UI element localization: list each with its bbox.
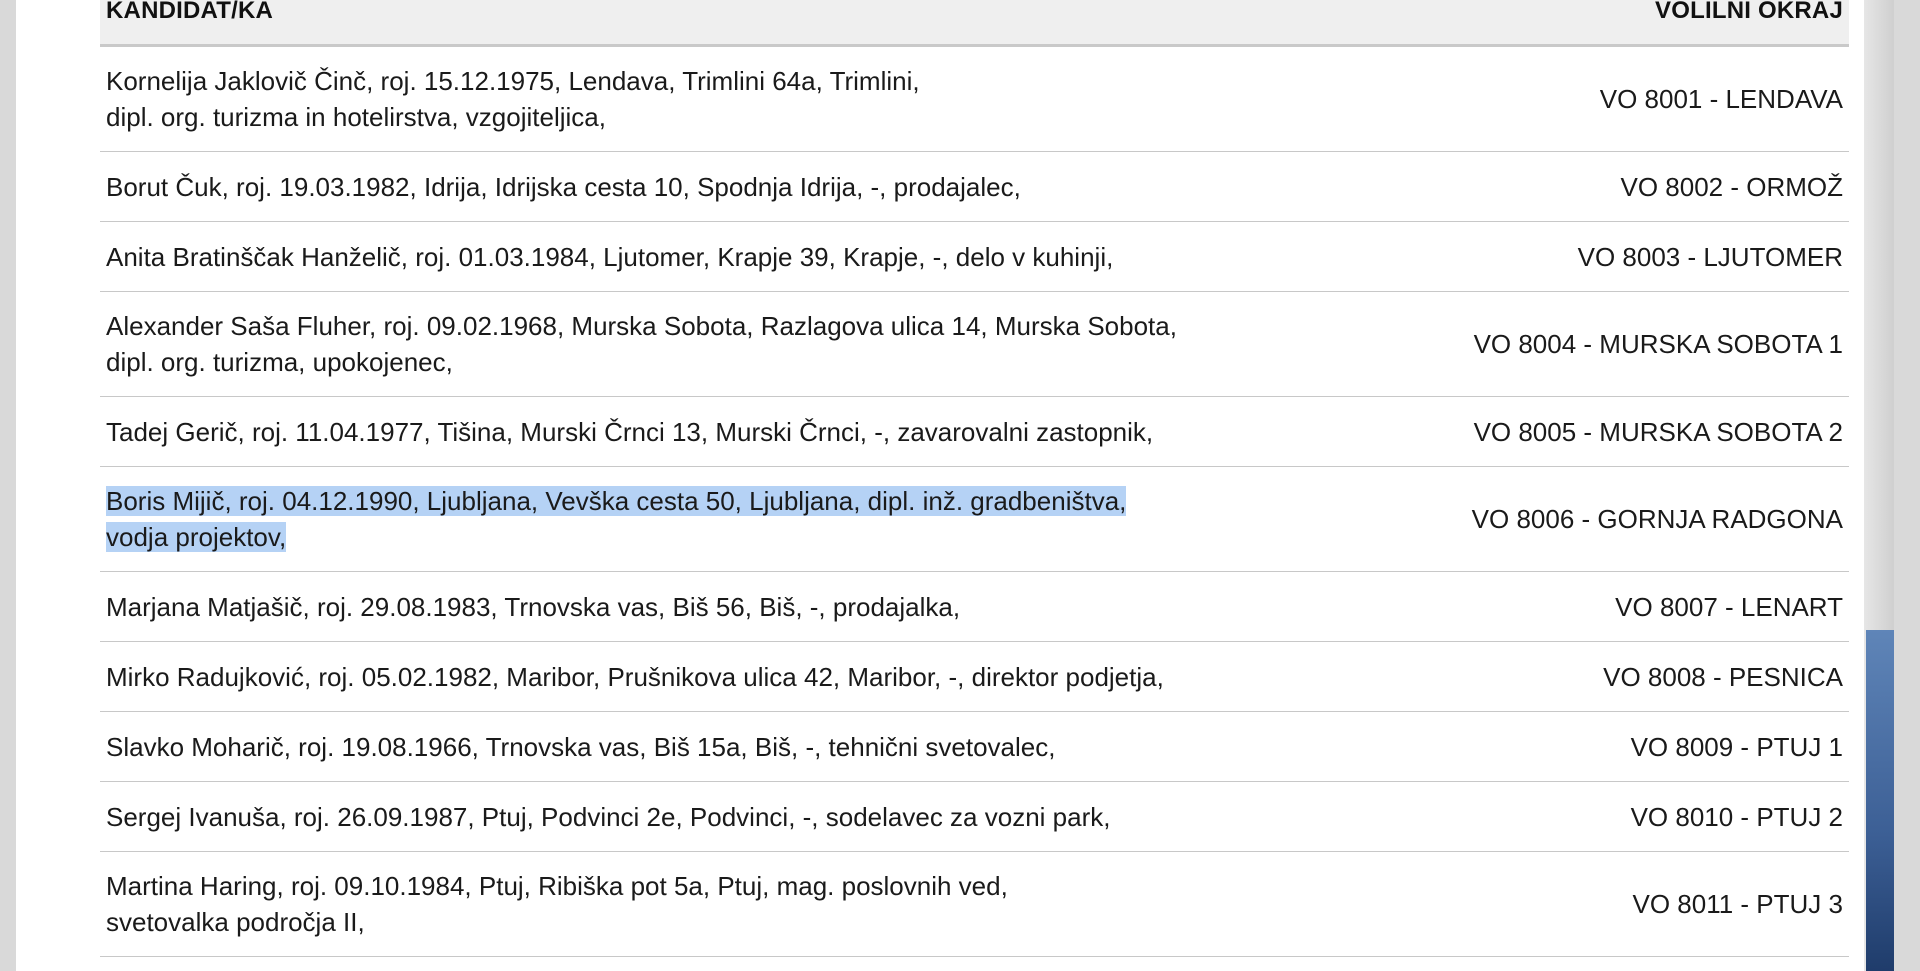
table-row: Kornelija Jaklovič Činč, roj. 15.12.1975…: [100, 45, 1849, 152]
candidate-text: Alexander Saša Fluher, roj. 09.02.1968, …: [106, 311, 1177, 341]
candidate-text-line: Alexander Saša Fluher, roj. 09.02.1968, …: [106, 308, 1244, 344]
candidate-text: Martina Haring, roj. 09.10.1984, Ptuj, R…: [106, 871, 1008, 901]
table-row: Alexander Saša Fluher, roj. 09.02.1968, …: [100, 291, 1849, 397]
candidate-text-line: Martina Haring, roj. 09.10.1984, Ptuj, R…: [106, 868, 1244, 904]
district-cell[interactable]: VO 8006 - GORNJA RADGONA: [1250, 466, 1849, 572]
table-row: Slavko Moharič, roj. 19.08.1966, Trnovsk…: [100, 711, 1849, 782]
candidate-text: Borut Čuk, roj. 19.03.1982, Idrija, Idri…: [106, 171, 1021, 202]
candidate-cell[interactable]: Martina Haring, roj. 09.10.1984, Ptuj, R…: [100, 851, 1250, 957]
candidate-text: dipl. org. turizma in hotelirstva, vzgoj…: [106, 102, 606, 132]
candidate-text: Sergej Ivanuša, roj. 26.09.1987, Ptuj, P…: [106, 801, 1111, 832]
header-candidate: KANDIDAT/KA: [100, 0, 1250, 47]
candidate-text: Mirko Radujković, roj. 05.02.1982, Marib…: [106, 661, 1164, 692]
candidate-text: Anita Bratinščak Hanželič, roj. 01.03.19…: [106, 241, 1114, 272]
candidate-text-line: Marjana Matjašič, roj. 29.08.1983, Trnov…: [106, 589, 1244, 625]
table-row: Tadej Gerič, roj. 11.04.1977, Tišina, Mu…: [100, 396, 1849, 467]
district-cell[interactable]: VO 8009 - PTUJ 1: [1250, 711, 1849, 782]
district-cell[interactable]: VO 8005 - MURSKA SOBOTA 2: [1250, 396, 1849, 467]
district-cell[interactable]: VO 8008 - PESNICA: [1250, 641, 1849, 712]
candidates-table: KANDIDAT/KA VOLILNI OKRAJ Kornelija Jakl…: [100, 0, 1849, 957]
candidate-cell[interactable]: Sergej Ivanuša, roj. 26.09.1987, Ptuj, P…: [100, 781, 1250, 852]
candidate-text: dipl. org. turizma, upokojenec,: [106, 347, 453, 377]
candidate-text-line: Boris Mijič, roj. 04.12.1990, Ljubljana,…: [106, 483, 1244, 519]
table-row: Sergej Ivanuša, roj. 26.09.1987, Ptuj, P…: [100, 781, 1849, 852]
candidate-text: svetovalka področja II,: [106, 907, 365, 937]
candidate-cell[interactable]: Alexander Saša Fluher, roj. 09.02.1968, …: [100, 291, 1250, 397]
candidate-text: Slavko Moharič, roj. 19.08.1966, Trnovsk…: [106, 731, 1056, 762]
candidate-cell[interactable]: Boris Mijič, roj. 04.12.1990, Ljubljana,…: [100, 466, 1250, 572]
candidate-text-line: dipl. org. turizma in hotelirstva, vzgoj…: [106, 99, 1244, 135]
candidate-text-line: dipl. org. turizma, upokojenec,: [106, 344, 1244, 380]
district-cell[interactable]: VO 8002 - ORMOŽ: [1250, 151, 1849, 222]
table-row: Martina Haring, roj. 09.10.1984, Ptuj, R…: [100, 851, 1849, 957]
table-row: Anita Bratinščak Hanželič, roj. 01.03.19…: [100, 221, 1849, 292]
table-header-row: KANDIDAT/KA VOLILNI OKRAJ: [100, 0, 1849, 47]
table-row: Borut Čuk, roj. 19.03.1982, Idrija, Idri…: [100, 151, 1849, 222]
candidate-text-line: Anita Bratinščak Hanželič, roj. 01.03.19…: [106, 239, 1244, 275]
candidate-text-line: Sergej Ivanuša, roj. 26.09.1987, Ptuj, P…: [106, 799, 1244, 835]
candidate-text: Marjana Matjašič, roj. 29.08.1983, Trnov…: [106, 591, 961, 622]
table-body: Kornelija Jaklovič Činč, roj. 15.12.1975…: [100, 45, 1849, 957]
document-page: KANDIDAT/KA VOLILNI OKRAJ Kornelija Jakl…: [16, 0, 1894, 971]
page-edge-decoration: [1866, 630, 1894, 971]
candidate-text-line: Kornelija Jaklovič Činč, roj. 15.12.1975…: [106, 63, 1244, 99]
candidate-cell[interactable]: Slavko Moharič, roj. 19.08.1966, Trnovsk…: [100, 711, 1250, 782]
district-cell[interactable]: VO 8004 - MURSKA SOBOTA 1: [1250, 291, 1849, 397]
district-cell[interactable]: VO 8001 - LENDAVA: [1250, 45, 1849, 152]
table-row: Boris Mijič, roj. 04.12.1990, Ljubljana,…: [100, 466, 1849, 572]
candidate-text: Kornelija Jaklovič Činč, roj. 15.12.1975…: [106, 66, 920, 96]
candidate-text-line: Mirko Radujković, roj. 05.02.1982, Marib…: [106, 659, 1244, 695]
candidate-text: Tadej Gerič, roj. 11.04.1977, Tišina, Mu…: [106, 416, 1154, 447]
candidate-text-line: vodja projektov,: [106, 519, 1244, 555]
candidate-text-line: svetovalka področja II,: [106, 904, 1244, 940]
candidate-cell[interactable]: Kornelija Jaklovič Činč, roj. 15.12.1975…: [100, 45, 1250, 152]
selected-text: Boris Mijič, roj. 04.12.1990, Ljubljana,…: [106, 486, 1127, 516]
candidate-cell[interactable]: Anita Bratinščak Hanželič, roj. 01.03.19…: [100, 221, 1250, 292]
table-row: Mirko Radujković, roj. 05.02.1982, Marib…: [100, 641, 1849, 712]
table-header: KANDIDAT/KA VOLILNI OKRAJ: [100, 0, 1849, 47]
candidate-cell[interactable]: Tadej Gerič, roj. 11.04.1977, Tišina, Mu…: [100, 396, 1250, 467]
district-cell[interactable]: VO 8003 - LJUTOMER: [1250, 221, 1849, 292]
candidate-text-line: Borut Čuk, roj. 19.03.1982, Idrija, Idri…: [106, 169, 1244, 205]
district-cell[interactable]: VO 8010 - PTUJ 2: [1250, 781, 1849, 852]
candidate-cell[interactable]: Mirko Radujković, roj. 05.02.1982, Marib…: [100, 641, 1250, 712]
table-row: Marjana Matjašič, roj. 29.08.1983, Trnov…: [100, 571, 1849, 642]
selected-text: vodja projektov,: [106, 522, 287, 552]
candidate-text-line: Tadej Gerič, roj. 11.04.1977, Tišina, Mu…: [106, 414, 1244, 450]
candidate-text-line: Slavko Moharič, roj. 19.08.1966, Trnovsk…: [106, 729, 1244, 765]
candidate-cell[interactable]: Marjana Matjašič, roj. 29.08.1983, Trnov…: [100, 571, 1250, 642]
header-district: VOLILNI OKRAJ: [1250, 0, 1849, 47]
district-cell[interactable]: VO 8011 - PTUJ 3: [1250, 851, 1849, 957]
district-cell[interactable]: VO 8007 - LENART: [1250, 571, 1849, 642]
candidate-cell[interactable]: Borut Čuk, roj. 19.03.1982, Idrija, Idri…: [100, 151, 1250, 222]
